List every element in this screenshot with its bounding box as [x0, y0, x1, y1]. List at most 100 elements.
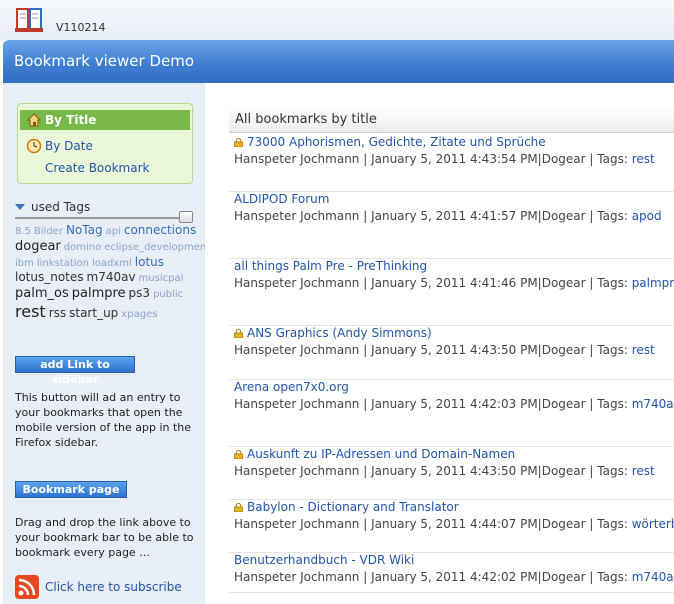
bookmark-tags-link[interactable]: m740av: [632, 397, 674, 411]
tag-link[interactable]: public: [153, 289, 183, 300]
book-logo-icon: [15, 8, 43, 32]
tag-link[interactable]: lotus: [135, 255, 164, 269]
lock-icon: [234, 137, 243, 147]
subscribe-link[interactable]: Click here to subscribe: [15, 575, 182, 599]
bookmark-entry: Arena open7x0.org Hanspeter Jochmann | Ja…: [229, 380, 674, 447]
tag-link[interactable]: m740av: [87, 270, 136, 284]
bookmark-meta-text: Hanspeter Jochmann | January 5, 2011 4:4…: [234, 209, 632, 223]
bookmark-title: Babylon - Dictionary and Translator: [247, 500, 459, 514]
nav-by-date-label: By Date: [45, 139, 93, 153]
sidebar: By Title By Date Create Bookmark used Ta…: [3, 83, 210, 604]
bookmark-meta: Hanspeter Jochmann | January 5, 2011 4:4…: [234, 276, 674, 290]
tag-cloud-line: ibm linkstation loadxml lotus: [15, 255, 201, 271]
tag-link[interactable]: api: [106, 226, 121, 237]
tag-cloud-line: dogear domino eclipse_development: [15, 239, 210, 255]
tag-link[interactable]: rss: [49, 306, 66, 320]
tag-cloud-line: rest rss start_up xpages: [15, 302, 201, 322]
bookmark-tags-link[interactable]: rest: [632, 464, 655, 478]
bookmark-title: Arena open7x0.org: [234, 380, 349, 394]
bookmark-tags-link[interactable]: apod: [632, 209, 662, 223]
used-tags-label: used Tags: [31, 200, 91, 214]
bookmark-title-link[interactable]: ANS Graphics (Andy Simmons): [234, 326, 432, 340]
bookmark-meta: Hanspeter Jochmann | January 5, 2011 4:4…: [234, 517, 674, 531]
tag-link[interactable]: palm_os: [15, 286, 69, 301]
bookmark-meta-text: Hanspeter Jochmann | January 5, 2011 4:4…: [234, 152, 632, 166]
bookmark-title: ANS Graphics (Andy Simmons): [247, 326, 432, 340]
rss-icon: [15, 575, 39, 599]
version-label: V110214: [56, 21, 106, 34]
collapse-triangle-icon: [15, 204, 25, 210]
bookmark-title-link[interactable]: Auskunft zu IP-Adressen und Domain-Namen: [234, 447, 515, 461]
tag-filter-slider[interactable]: [15, 211, 193, 223]
tag-link[interactable]: musicpal: [139, 273, 184, 284]
bookmark-title-link[interactable]: Benutzerhandbuch - VDR Wiki: [234, 553, 414, 567]
tag-link[interactable]: linkstation: [37, 258, 89, 269]
lock-icon: [234, 502, 243, 512]
bookmark-page-description: Drag and drop the link above to your boo…: [15, 516, 194, 559]
tag-link[interactable]: xpages: [121, 309, 157, 320]
app-title: Bookmark viewer Demo: [14, 52, 195, 70]
bookmark-meta-text: Hanspeter Jochmann | January 5, 2011 4:4…: [234, 464, 632, 478]
tag-link[interactable]: eclipse_development: [104, 242, 210, 253]
bookmark-entry: Benutzerhandbuch - VDR Wiki Hanspeter Joc…: [229, 553, 674, 593]
bookmark-title-link[interactable]: Babylon - Dictionary and Translator: [234, 500, 459, 514]
tag-link[interactable]: start_up: [69, 306, 118, 320]
slider-handle[interactable]: [179, 211, 193, 223]
list-title: All bookmarks by title: [235, 112, 377, 127]
tag-link[interactable]: palmpre: [72, 286, 126, 301]
bookmark-title-link[interactable]: ALDIPOD Forum: [234, 192, 329, 206]
bookmark-entry: Auskunft zu IP-Adressen und Domain-Namen…: [229, 447, 674, 500]
bookmark-title: all things Palm Pre - PreThinking: [234, 259, 428, 273]
tag-link[interactable]: lotus_notes: [15, 270, 84, 284]
used-tags-toggle[interactable]: used Tags: [15, 200, 90, 214]
tag-link[interactable]: domino: [64, 242, 101, 253]
nav-by-title[interactable]: By Title: [20, 110, 190, 130]
tag-link[interactable]: ps3: [129, 286, 151, 300]
blank-icon: [26, 160, 42, 176]
bookmark-tags-link[interactable]: rest: [632, 343, 655, 357]
bookmark-title-link[interactable]: 73000 Aphorismen, Gedichte, Zitate und S…: [234, 135, 546, 149]
app-title-bar: Bookmark viewer Demo: [3, 40, 674, 83]
bookmark-meta: Hanspeter Jochmann | January 5, 2011 4:4…: [234, 397, 674, 411]
bookmark-title: 73000 Aphorismen, Gedichte, Zitate und S…: [247, 135, 546, 149]
top-bar: V110214: [0, 0, 674, 40]
subscribe-label: Click here to subscribe: [45, 580, 182, 594]
nav-by-title-label: By Title: [45, 113, 97, 127]
tag-link[interactable]: dogear: [15, 239, 61, 254]
slider-track: [15, 217, 185, 219]
bookmark-entry: ALDIPOD Forum Hanspeter Jochmann | Januar…: [229, 192, 674, 259]
bookmark-meta: Hanspeter Jochmann | January 5, 2011 4:4…: [234, 464, 655, 478]
bookmark-tags-link[interactable]: wörterbuch: [632, 517, 674, 531]
tag-cloud: 8.5 Bilder NoTag api connections dogear domino…: [15, 223, 210, 322]
view-navigation: By Title By Date Create Bookmark: [17, 103, 193, 184]
tag-link[interactable]: Bilder: [34, 226, 63, 237]
list-header: All bookmarks by title: [229, 107, 674, 133]
lock-icon: [234, 449, 243, 459]
bookmark-list-panel: All bookmarks by title 73000 Aphorismen,…: [205, 83, 674, 604]
bookmark-page-button[interactable]: Bookmark page: [15, 481, 127, 498]
tag-link[interactable]: connections: [124, 223, 196, 237]
bookmark-meta-text: Hanspeter Jochmann | January 5, 2011 4:4…: [234, 570, 632, 584]
bookmark-title: Auskunft zu IP-Adressen und Domain-Namen: [247, 447, 516, 461]
tag-link[interactable]: NoTag: [66, 223, 103, 237]
lock-icon: [234, 328, 243, 338]
nav-create-bookmark-label: Create Bookmark: [45, 161, 150, 175]
tag-link[interactable]: 8.5: [15, 226, 31, 237]
bookmark-tags-link[interactable]: palmpre, rss: [632, 276, 674, 290]
bookmark-title-link[interactable]: Arena open7x0.org: [234, 380, 349, 394]
bookmark-tags-link[interactable]: rest: [632, 152, 655, 166]
bookmark-tags-link[interactable]: m740av: [632, 570, 674, 584]
bookmark-title: Benutzerhandbuch - VDR Wiki: [234, 553, 415, 567]
bookmark-meta-text: Hanspeter Jochmann | January 5, 2011 4:4…: [234, 517, 632, 531]
tag-link[interactable]: ibm: [15, 258, 34, 269]
bookmark-entry: ANS Graphics (Andy Simmons) Hanspeter Joc…: [229, 326, 674, 380]
add-link-to-sidebar-button[interactable]: add Link to sidebar: [15, 356, 135, 386]
nav-create-bookmark[interactable]: Create Bookmark: [26, 158, 149, 178]
bookmark-title: ALDIPOD Forum: [234, 192, 330, 206]
bookmark-meta: Hanspeter Jochmann | January 5, 2011 4:4…: [234, 209, 662, 223]
tag-link[interactable]: loadxml: [92, 258, 132, 269]
bookmark-title-link[interactable]: all things Palm Pre - PreThinking: [234, 259, 427, 273]
tag-link[interactable]: rest: [15, 302, 46, 321]
tag-cloud-line: lotus_notes m740av musicpal: [15, 270, 201, 286]
nav-by-date[interactable]: By Date: [26, 136, 93, 156]
